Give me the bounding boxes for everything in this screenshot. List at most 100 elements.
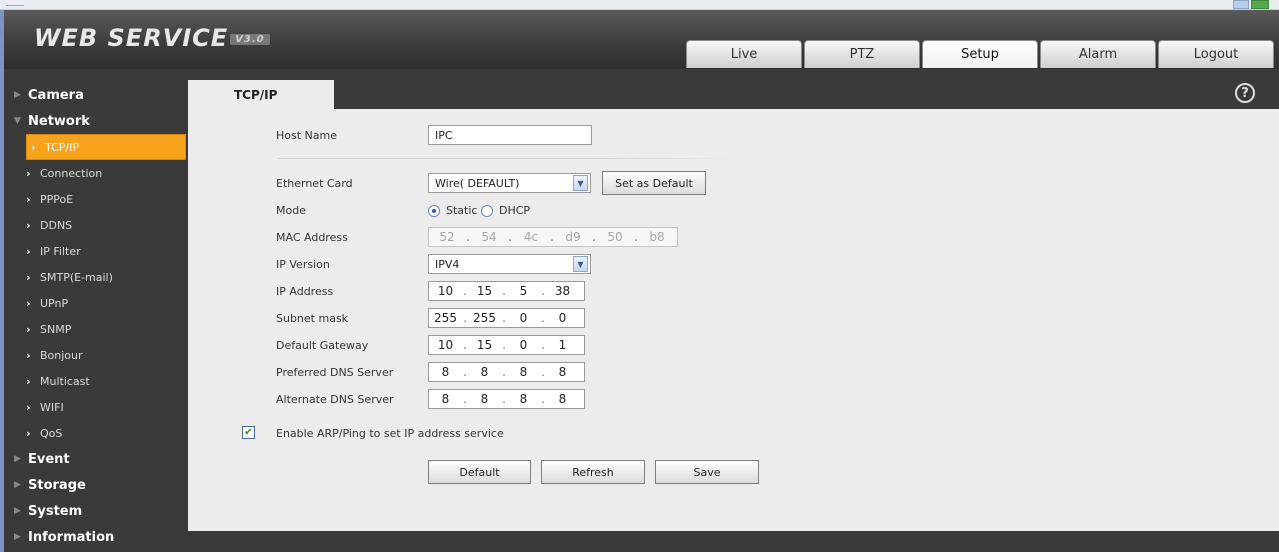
ip-address-label: IP Address <box>276 285 334 298</box>
collapsed-triangle-icon: ▶ <box>14 480 21 490</box>
sidebar-item-ddns[interactable]: › DDNS <box>4 212 188 238</box>
ip-octet[interactable]: 255 <box>429 311 462 325</box>
ip-octet[interactable]: 8 <box>468 365 501 379</box>
chevron-down-icon: ▼ <box>573 175 588 191</box>
refresh-button[interactable]: Refresh <box>541 460 645 484</box>
content-header: TCP/IP ? <box>188 80 1279 109</box>
logo-text: WEB SERVICE <box>34 24 229 52</box>
mac-octet: b8 <box>649 230 665 244</box>
ip-octet[interactable]: 8 <box>468 392 501 406</box>
mac-octet: 50 <box>607 230 623 244</box>
tab-setup[interactable]: Setup <box>922 40 1038 68</box>
ip-octet[interactable]: 0 <box>546 311 579 325</box>
mac-octet: 4c <box>523 230 539 244</box>
subnet-mask-input[interactable]: 255. 255. 0. 0 <box>428 308 585 328</box>
set-as-default-button[interactable]: Set as Default <box>602 171 706 195</box>
help-icon[interactable]: ? <box>1235 83 1255 103</box>
sidebar-item-smtp[interactable]: › SMTP(E-mail) <box>4 264 188 290</box>
sidebar-item-label: IP Filter <box>40 244 81 258</box>
mac-address-field: 52. 54. 4c. d9. 50. b8 <box>428 227 678 247</box>
chevron-right-icon: › <box>26 270 31 284</box>
chevron-right-icon: › <box>31 140 36 154</box>
sidebar-network[interactable]: ▼ Network <box>4 108 188 134</box>
chevron-right-icon: › <box>26 192 31 206</box>
sidebar-item-label: SMTP(E-mail) <box>40 270 113 284</box>
preferred-dns-label: Preferred DNS Server <box>276 366 394 379</box>
sidebar-information-label: Information <box>28 529 115 545</box>
sidebar-item-pppoe[interactable]: › PPPoE <box>4 186 188 212</box>
mode-dhcp-label: DHCP <box>499 204 531 217</box>
sidebar-item-qos[interactable]: › QoS <box>4 420 188 446</box>
ip-octet[interactable]: 0 <box>507 338 540 352</box>
sidebar-item-label: TCP/IP <box>45 140 79 154</box>
window-restore-icon[interactable] <box>1233 0 1249 9</box>
ip-octet[interactable]: 5 <box>507 284 540 298</box>
sidebar-item-tcpip[interactable]: › TCP/IP <box>26 134 186 160</box>
ip-octet[interactable]: 10 <box>429 284 462 298</box>
ip-octet[interactable]: 1 <box>546 338 579 352</box>
ethernet-card-value: Wire( DEFAULT) <box>435 176 520 190</box>
chevron-right-icon: › <box>26 426 31 440</box>
window-green-icon[interactable] <box>1251 0 1269 9</box>
sidebar-item-label: Connection <box>40 166 103 180</box>
sidebar-item-multicast[interactable]: › Multicast <box>4 368 188 394</box>
chevron-right-icon: › <box>26 348 31 362</box>
sidebar-item-label: WIFI <box>40 400 64 414</box>
ip-octet[interactable]: 8 <box>546 365 579 379</box>
tab-ptz[interactable]: PTZ <box>804 40 920 68</box>
app-header: WEB SERVICE V3.0 Live PTZ Setup Alarm Log… <box>0 10 1279 69</box>
ip-octet[interactable]: 8 <box>507 365 540 379</box>
ip-address-input[interactable]: 10. 15. 5. 38 <box>428 281 585 301</box>
sidebar-item-wifi[interactable]: › WIFI <box>4 394 188 420</box>
tab-tcpip[interactable]: TCP/IP <box>188 80 334 109</box>
main-tabs: Live PTZ Setup Alarm Logout <box>686 40 1276 68</box>
ip-octet[interactable]: 8 <box>429 365 462 379</box>
sidebar-event[interactable]: ▶ Event <box>4 446 188 472</box>
sidebar-item-bonjour[interactable]: › Bonjour <box>4 342 188 368</box>
ip-octet[interactable]: 0 <box>507 311 540 325</box>
arp-ping-checkbox[interactable]: ✔ <box>242 426 255 439</box>
sidebar-item-upnp[interactable]: › UPnP <box>4 290 188 316</box>
sidebar-camera[interactable]: ▶ Camera <box>4 82 188 108</box>
ip-version-label: IP Version <box>276 258 330 271</box>
mode-dhcp-radio[interactable] <box>481 205 493 217</box>
ip-octet[interactable]: 15 <box>468 338 501 352</box>
chevron-right-icon: › <box>26 374 31 388</box>
ip-octet[interactable]: 8 <box>429 392 462 406</box>
host-name-input[interactable]: IPC <box>428 125 592 145</box>
footer-bar <box>188 531 1279 552</box>
sidebar-system[interactable]: ▶ System <box>4 498 188 524</box>
sidebar-item-connection[interactable]: › Connection <box>4 160 188 186</box>
ip-octet[interactable]: 8 <box>546 392 579 406</box>
ip-octet[interactable]: 15 <box>468 284 501 298</box>
ethernet-card-select[interactable]: Wire( DEFAULT) ▼ <box>428 173 591 193</box>
version-badge: V3.0 <box>230 33 270 45</box>
tab-logout[interactable]: Logout <box>1158 40 1274 68</box>
default-gateway-input[interactable]: 10. 15. 0. 1 <box>428 335 585 355</box>
mac-address-label: MAC Address <box>276 231 348 244</box>
sidebar-storage-label: Storage <box>28 477 86 493</box>
ip-octet[interactable]: 10 <box>429 338 462 352</box>
tab-alarm[interactable]: Alarm <box>1040 40 1156 68</box>
sidebar-network-label: Network <box>28 113 90 129</box>
mode-static-radio[interactable] <box>428 205 440 217</box>
preferred-dns-input[interactable]: 8. 8. 8. 8 <box>428 362 585 382</box>
ethernet-card-label: Ethernet Card <box>276 177 353 190</box>
ip-version-select[interactable]: IPV4 ▼ <box>428 254 591 274</box>
tab-live[interactable]: Live <box>686 40 802 68</box>
ip-octet[interactable]: 8 <box>507 392 540 406</box>
sidebar-item-label: QoS <box>40 426 63 440</box>
mac-octet: 54 <box>481 230 497 244</box>
sidebar-item-ip-filter[interactable]: › IP Filter <box>4 238 188 264</box>
ip-octet[interactable]: 38 <box>546 284 579 298</box>
save-button[interactable]: Save <box>655 460 759 484</box>
strip-line <box>6 2 24 6</box>
alternate-dns-label: Alternate DNS Server <box>276 393 394 406</box>
sidebar-item-snmp[interactable]: › SNMP <box>4 316 188 342</box>
default-button[interactable]: Default <box>428 460 531 484</box>
sidebar-information[interactable]: ▶ Information <box>4 524 188 550</box>
sidebar-storage[interactable]: ▶ Storage <box>4 472 188 498</box>
ip-octet[interactable]: 255 <box>468 311 501 325</box>
sidebar-item-label: UPnP <box>40 296 69 310</box>
alternate-dns-input[interactable]: 8. 8. 8. 8 <box>428 389 585 409</box>
